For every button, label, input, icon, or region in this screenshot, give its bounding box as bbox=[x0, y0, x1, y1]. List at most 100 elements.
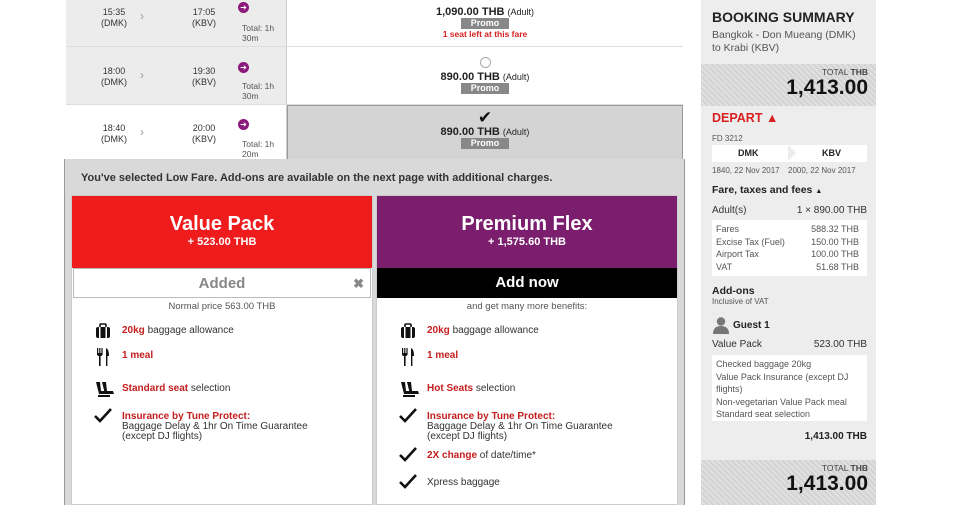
arrival: 20:00 (KBV) bbox=[174, 123, 234, 145]
premium-flex-header: Premium Flex + 1,575.60 THB bbox=[377, 196, 677, 268]
seat-icon bbox=[94, 380, 114, 400]
value-pack-item: Standard seat selection bbox=[716, 409, 811, 419]
user-icon bbox=[712, 316, 730, 334]
chevron-right-icon: › bbox=[140, 68, 144, 82]
check-icon bbox=[94, 408, 114, 428]
origin-datetime: 1840, 22 Nov 2017 bbox=[712, 166, 780, 175]
caret-up-icon: ▲ bbox=[765, 111, 779, 125]
fee-label: VAT bbox=[716, 261, 733, 272]
departure: 15:35 (DMK) bbox=[84, 7, 144, 29]
fee-row: VAT 51.68 THB bbox=[716, 261, 863, 274]
add-now-button[interactable]: Add now bbox=[377, 268, 677, 298]
flight-number: FD 3212 bbox=[712, 134, 743, 143]
fare-heading[interactable]: Fare, taxes and fees ▲ bbox=[712, 184, 822, 196]
selection-message: You've selected Low Fare. Add-ons are av… bbox=[81, 172, 553, 184]
fee-label: Fares bbox=[716, 224, 740, 234]
fees-breakdown: Fares 588.32 THB Excise Tax (Fuel) 150.00 T… bbox=[712, 220, 867, 276]
pack-subtext: Normal price 563.00 THB bbox=[168, 301, 276, 312]
added-button[interactable]: Added ✖ bbox=[73, 268, 371, 298]
pack-name: Premium Flex bbox=[461, 213, 593, 235]
arr-time: 20:00 bbox=[192, 123, 216, 133]
flight-row[interactable]: 18:00 (DMK) › 19:30 (KBV) ➔ Total: 1h 30m … bbox=[66, 46, 683, 104]
dep-time: 15:35 bbox=[102, 7, 126, 17]
flight-details-icon[interactable]: ➔ bbox=[238, 2, 249, 13]
fee-label: Airport Tax bbox=[716, 249, 759, 259]
fee-value: 51.68 THB bbox=[816, 261, 859, 272]
fee-value: 150.00 THB bbox=[811, 236, 859, 247]
benefit-text: baggage allowance bbox=[449, 325, 539, 336]
benefit-text: Baggage Delay & 1hr On Time Guarantee (e… bbox=[122, 421, 308, 442]
flight-duration: Total: 1h 30m bbox=[242, 23, 275, 43]
total-box: TOTAL THB 1,413.00 bbox=[701, 64, 876, 106]
addon-selection-box: You've selected Low Fare. Add-ons are av… bbox=[64, 159, 685, 505]
fare-price: 1,090.00 THB (Adult) bbox=[435, 6, 535, 18]
promo-badge: Promo bbox=[460, 18, 510, 29]
arr-time: 19:30 bbox=[192, 66, 216, 76]
departure: 18:00 (DMK) bbox=[84, 66, 144, 88]
flight-times: 15:35 (DMK) › 17:05 (KBV) ➔ Total: 1h 30m bbox=[66, 0, 287, 46]
addons-subtext: Inclusive of VAT bbox=[712, 297, 769, 306]
chevron-right-icon: › bbox=[140, 125, 144, 139]
arr-code: (KBV) bbox=[191, 134, 216, 144]
total-amount: 1,413.00 bbox=[786, 76, 868, 99]
benefit-item: Hot Seats selection bbox=[401, 382, 627, 397]
origin-code: DMK bbox=[738, 148, 759, 158]
flight-times: 18:40 (DMK) › 20:00 (KBV) ➔ Total: 1h 20m bbox=[66, 105, 287, 160]
meal-icon bbox=[94, 347, 114, 367]
benefit-text: Baggage Delay & 1hr On Time Guarantee (e… bbox=[427, 421, 613, 442]
benefit-highlight: 20kg bbox=[427, 325, 450, 336]
fare-radio[interactable] bbox=[479, 57, 491, 68]
depart-heading[interactable]: DEPART ▲ bbox=[712, 111, 778, 125]
check-icon bbox=[399, 408, 419, 428]
flight-row-selected[interactable]: 18:40 (DMK) › 20:00 (KBV) ➔ Total: 1h 20m … bbox=[66, 104, 683, 160]
added-label: Added bbox=[198, 275, 246, 292]
check-icon bbox=[399, 447, 419, 467]
benefit-text: baggage allowance bbox=[144, 325, 234, 336]
value-pack-item: Checked baggage 20kg bbox=[716, 359, 812, 369]
benefit-highlight: 1 meal bbox=[427, 350, 459, 361]
value-pack-row: Value Pack 523.00 THB bbox=[712, 339, 867, 350]
dep-code: (DMK) bbox=[101, 77, 127, 87]
dep-time: 18:40 bbox=[102, 123, 126, 133]
seat-warning: 1 seat left at this fare bbox=[442, 29, 528, 39]
benefit-item: 20kg baggage allowance bbox=[401, 323, 627, 338]
benefit-item: 2X change of date/time* bbox=[399, 447, 627, 462]
dep-code: (DMK) bbox=[101, 18, 127, 28]
pack-name: Value Pack bbox=[169, 213, 275, 235]
flight-times: 18:00 (DMK) › 19:30 (KBV) ➔ Total: 1h 30m bbox=[66, 47, 287, 104]
benefit-item: Standard seat selection bbox=[96, 382, 322, 397]
booking-summary: BOOKING SUMMARY Bangkok - Don Mueang (DM… bbox=[701, 0, 876, 505]
value-pack-card: Value Pack + 523.00 THB Added ✖ Normal p… bbox=[71, 195, 373, 505]
caret-up-icon: ▲ bbox=[815, 188, 823, 195]
seat-icon bbox=[399, 380, 419, 400]
fee-row: Excise Tax (Fuel) 150.00 THB bbox=[716, 236, 863, 249]
total-amount: 1,413.00 bbox=[786, 472, 868, 495]
arrival: 17:05 (KBV) bbox=[174, 7, 234, 29]
check-icon bbox=[399, 474, 419, 494]
summary-route: Bangkok - Don Mueang (DMK) to Krabi (KBV… bbox=[712, 29, 856, 54]
benefit-highlight: 1 meal bbox=[122, 350, 154, 361]
benefit-highlight: Standard seat bbox=[122, 383, 189, 394]
fee-row: Airport Tax 100.00 THB bbox=[716, 248, 863, 261]
value-pack-header: Value Pack + 523.00 THB bbox=[72, 196, 372, 268]
flight-row[interactable]: 15:35 (DMK) › 17:05 (KBV) ➔ Total: 1h 30m … bbox=[66, 0, 683, 46]
benefit-highlight: 2X change bbox=[427, 450, 478, 461]
fee-label: Excise Tax (Fuel) bbox=[716, 236, 785, 247]
benefit-text: selection bbox=[188, 383, 231, 394]
benefit-text: of date/time* bbox=[477, 450, 536, 461]
fare-cell[interactable]: 890.00 THB (Adult) Promo bbox=[287, 47, 683, 104]
benefit-item: Insurance by Tune Protect: Baggage Delay … bbox=[94, 408, 322, 442]
premium-flex-card: Premium Flex + 1,575.60 THB Add now and … bbox=[376, 195, 678, 505]
arrival: 19:30 (KBV) bbox=[174, 66, 234, 88]
fare-cell[interactable]: 1,090.00 THB (Adult) Promo 1 seat left a… bbox=[287, 0, 683, 46]
flight-duration: Total: 1h 20m bbox=[242, 139, 275, 159]
promo-badge: Promo bbox=[460, 138, 510, 149]
fee-value: 588.32 THB bbox=[811, 224, 859, 234]
remove-icon[interactable]: ✖ bbox=[353, 269, 364, 299]
benefit-item: Insurance by Tune Protect: Baggage Delay … bbox=[399, 408, 627, 442]
benefit-highlight: Hot Seats bbox=[427, 383, 474, 394]
flight-details-icon[interactable]: ➔ bbox=[238, 62, 249, 73]
addons-heading: Add-ons bbox=[712, 285, 755, 297]
fare-cell-selected[interactable]: ✔ 890.00 THB (Adult) Promo bbox=[287, 105, 683, 160]
flight-details-icon[interactable]: ➔ bbox=[238, 119, 249, 130]
